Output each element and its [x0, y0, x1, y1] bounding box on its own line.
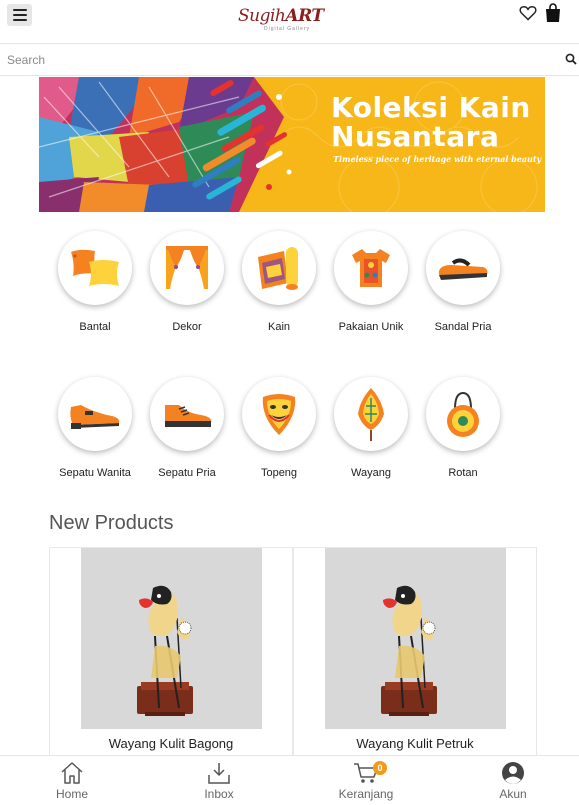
- hamburger-menu-button[interactable]: [7, 4, 32, 26]
- promo-banner[interactable]: Koleksi Kain Nusantara Timeless piece of…: [39, 77, 545, 212]
- category-wayang[interactable]: Wayang: [325, 377, 417, 507]
- cart-count-badge: 0: [373, 761, 387, 775]
- wayang-puppet-image: [381, 585, 437, 716]
- banner-tagline: Timeless piece of heritage with eternal …: [333, 154, 542, 164]
- wayang-icon: [358, 388, 384, 441]
- sandal-icon: [438, 258, 488, 280]
- home-icon: [61, 762, 83, 784]
- banner-title-line-1: Koleksi Kain: [331, 91, 531, 124]
- category-rotan[interactable]: Rotan: [417, 377, 509, 507]
- new-products-heading: New Products: [49, 512, 174, 534]
- nav-label: Inbox: [204, 787, 234, 801]
- banner-title-line-2: Nusantara: [331, 120, 500, 153]
- shirt-icon: [352, 249, 390, 287]
- heart-icon[interactable]: [519, 5, 537, 21]
- product-image[interactable]: [325, 548, 506, 729]
- mens-shoe-icon: [165, 405, 212, 427]
- pillow-icon: [71, 249, 119, 286]
- bottom-navigation: Home Inbox 0 Keranjang Akun: [0, 755, 579, 805]
- nav-home[interactable]: Home: [27, 756, 117, 805]
- product-card-bagong[interactable]: Wayang Kulit Bagong: [49, 547, 293, 759]
- logo-main-text: Sugih: [238, 6, 286, 26]
- mask-icon: [262, 394, 296, 435]
- category-label: Rotan: [448, 467, 478, 479]
- search-input[interactable]: [0, 44, 560, 75]
- logo-accent-text: ART: [285, 6, 324, 26]
- nav-label: Home: [55, 787, 88, 801]
- nav-label: Keranjang: [338, 787, 394, 801]
- category-kain[interactable]: Kain: [233, 231, 325, 361]
- nav-inbox[interactable]: Inbox: [174, 756, 264, 805]
- wayang-puppet-image: [137, 585, 193, 716]
- rattan-bag-icon: [447, 391, 479, 437]
- nav-label: Akun: [499, 787, 527, 801]
- nav-keranjang[interactable]: 0 Keranjang: [321, 756, 411, 805]
- fabric-roll-icon: [258, 247, 298, 290]
- app-header: SugihART Digital Gallery: [0, 0, 579, 44]
- search-icon[interactable]: [565, 53, 577, 65]
- category-sandal-pria[interactable]: Sandal Pria: [417, 231, 509, 361]
- product-name[interactable]: Wayang Kulit Petruk: [294, 736, 536, 751]
- inbox-icon: [208, 763, 230, 784]
- shopping-bag-icon[interactable]: [545, 3, 561, 22]
- category-dekor[interactable]: Dekor: [141, 231, 233, 361]
- category-pakaian-unik[interactable]: Pakaian Unik: [325, 231, 417, 361]
- search-bar: [0, 43, 579, 76]
- category-sepatu-wanita[interactable]: Sepatu Wanita: [49, 377, 141, 507]
- logo-subtitle: Digital Gallery: [264, 26, 311, 32]
- product-image[interactable]: [81, 548, 262, 729]
- account-icon: [502, 762, 524, 784]
- nav-akun[interactable]: Akun: [468, 756, 558, 805]
- curtain-icon: [166, 246, 208, 289]
- category-bantal[interactable]: Bantal: [49, 231, 141, 361]
- product-card-petruk[interactable]: Wayang Kulit Petruk: [293, 547, 537, 759]
- brand-logo[interactable]: SugihART Digital Gallery: [238, 6, 324, 36]
- category-label: Sandal Pria: [434, 321, 492, 333]
- category-topeng[interactable]: Topeng: [233, 377, 325, 507]
- product-name[interactable]: Wayang Kulit Bagong: [50, 736, 292, 751]
- womens-shoe-icon: [70, 405, 120, 429]
- banner-title: Koleksi Kain Nusantara: [331, 93, 531, 151]
- category-sepatu-pria[interactable]: Sepatu Pria: [141, 377, 233, 507]
